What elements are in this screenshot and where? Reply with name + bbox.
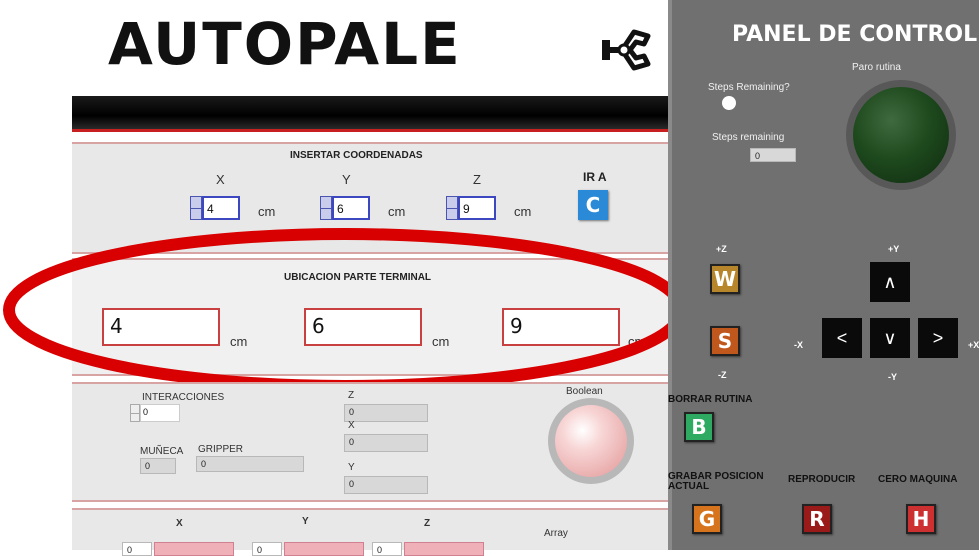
coords-y-label: Y [342, 172, 351, 187]
coord-x-spinner[interactable] [190, 196, 202, 220]
bottom-y-bar [284, 542, 364, 556]
muneca-label: MUÑECA [140, 446, 184, 457]
plus-x-label: +X [968, 340, 979, 350]
steps-remaining-question-label: Steps Remaining? [708, 82, 790, 93]
reproducir-label: REPRODUCIR [788, 474, 856, 485]
interacciones-spinner[interactable] [130, 404, 140, 422]
gripper-label: GRIPPER [198, 444, 244, 455]
status-x-indicator: 0 [344, 434, 428, 452]
coord-y-spinner[interactable] [320, 196, 332, 220]
right-arrow-button[interactable]: > [918, 318, 958, 358]
bottom-z-bar [404, 542, 484, 556]
bottom-x-bar [154, 542, 234, 556]
header-bar [72, 96, 668, 132]
robot-gripper-icon [600, 22, 656, 78]
status-panel: INTERACCIONES 0 MUÑECA 0 GRIPPER 0 Z 0 X… [72, 382, 668, 502]
bottom-x-label: X [176, 518, 183, 529]
status-z-indicator: 0 [344, 404, 428, 422]
control-panel-title: PANEL DE CONTROL [732, 22, 978, 47]
steps-remaining-led [722, 96, 736, 110]
bottom-y-input[interactable]: 0 [252, 542, 282, 556]
coord-y-control[interactable]: 6 [320, 196, 370, 220]
minus-x-label: -X [794, 340, 803, 350]
coord-x-input[interactable]: 4 [202, 196, 240, 220]
coord-z-input[interactable]: 9 [458, 196, 496, 220]
app-title: AUTOPALE [108, 10, 462, 78]
up-arrow-button[interactable]: ∧ [870, 262, 910, 302]
bottom-y-control[interactable]: 0 [252, 542, 364, 556]
status-y-indicator: 0 [344, 476, 428, 494]
paro-rutina-label: Paro rutina [852, 62, 901, 73]
bottom-y-label: Y [302, 516, 309, 527]
w-button[interactable]: W [710, 264, 740, 294]
down-arrow-button[interactable]: ∨ [870, 318, 910, 358]
plus-y-label: +Y [888, 244, 900, 254]
coords-z-label: Z [473, 172, 481, 187]
boolean-led[interactable] [548, 398, 634, 484]
coord-z-spinner[interactable] [446, 196, 458, 220]
array-label: Array [544, 528, 568, 539]
steps-remaining-label: Steps remaining [712, 132, 785, 143]
grabar-posicion-label: GRABAR POSICION ACTUAL [668, 471, 764, 492]
bottom-panel: X Y Z Array 0 0 0 [72, 508, 668, 556]
go-to-button[interactable]: C [578, 190, 608, 220]
r-button[interactable]: R [802, 504, 832, 534]
bottom-x-input[interactable]: 0 [122, 542, 152, 556]
status-y-label: Y [348, 462, 355, 473]
muneca-indicator: 0 [140, 458, 176, 474]
borrar-rutina-label: BORRAR RUTINA [668, 394, 753, 405]
gripper-indicator: 0 [196, 456, 304, 472]
coords-x-label: X [216, 172, 225, 187]
interacciones-label: INTERACCIONES [142, 392, 225, 403]
boolean-label: Boolean [566, 386, 603, 397]
minus-z-label: -Z [718, 370, 727, 380]
interacciones-control[interactable]: 0 [130, 404, 180, 422]
coord-y-input[interactable]: 6 [332, 196, 370, 220]
coord-x-unit: cm [258, 204, 276, 219]
bottom-x-control[interactable]: 0 [122, 542, 234, 556]
s-button[interactable]: S [710, 326, 740, 356]
h-button[interactable]: H [906, 504, 936, 534]
bottom-z-control[interactable]: 0 [372, 542, 484, 556]
g-button[interactable]: G [692, 504, 722, 534]
coord-z-control[interactable]: 9 [446, 196, 496, 220]
bottom-z-input[interactable]: 0 [372, 542, 402, 556]
left-arrow-button[interactable]: < [822, 318, 862, 358]
cero-maquina-label: CERO MAQUINA [878, 474, 958, 485]
minus-y-label: -Y [888, 372, 897, 382]
status-x-label: X [348, 420, 355, 431]
stop-routine-button[interactable] [846, 80, 956, 190]
interacciones-input[interactable]: 0 [140, 404, 180, 422]
coord-y-unit: cm [388, 204, 406, 219]
coords-title: INSERTAR COORDENADAS [290, 150, 423, 161]
bottom-z-label: Z [424, 518, 431, 529]
go-to-label: IR A [583, 170, 607, 184]
highlight-ellipse [3, 228, 687, 392]
coord-z-unit: cm [514, 204, 532, 219]
control-panel: PANEL DE CONTROL Paro rutina Steps Remai… [668, 0, 979, 550]
coord-x-control[interactable]: 4 [190, 196, 240, 220]
b-button[interactable]: B [684, 412, 714, 442]
plus-z-label: +Z [716, 244, 727, 254]
status-z-label: Z [348, 390, 355, 401]
steps-remaining-indicator: 0 [750, 148, 796, 162]
